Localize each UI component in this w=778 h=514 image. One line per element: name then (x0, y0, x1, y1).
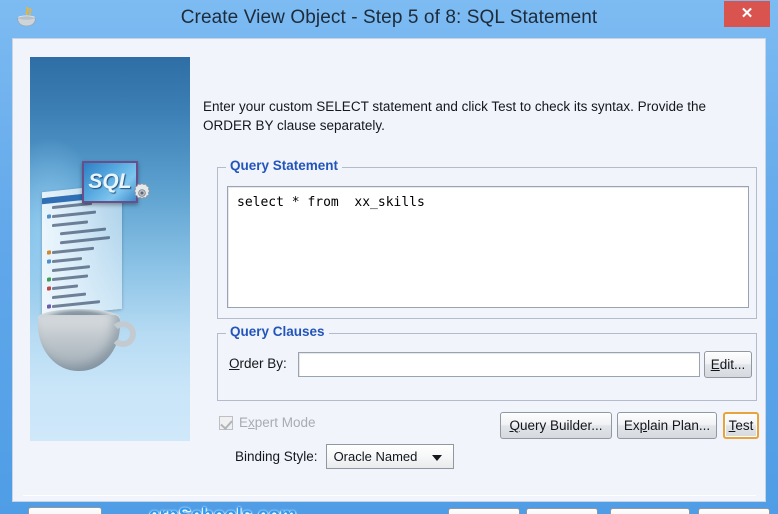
close-icon[interactable]: ✕ (724, 1, 770, 27)
site-watermark: erpSchools.com (149, 505, 297, 514)
dialog-content: SQL Enter your custom SELECT statement a… (12, 38, 770, 514)
cancel-button[interactable]: Cancel (698, 508, 770, 514)
binding-style-label: Binding Style: (235, 449, 318, 464)
expert-mode-checkbox (219, 415, 233, 430)
binding-style-row: Binding Style: Oracle Named (235, 444, 454, 469)
help-button[interactable]: Help (28, 507, 102, 514)
edit-order-by-button[interactable]: Edit... (704, 351, 752, 378)
illustration-cup-handle (110, 321, 136, 347)
query-clauses-group: Query Clauses Order By: Edit... (217, 324, 757, 401)
instruction-text: Enter your custom SELECT statement and c… (203, 99, 706, 133)
back-button[interactable]: < Back (448, 508, 520, 514)
explain-plan-button[interactable]: Explain Plan... (617, 412, 717, 439)
window-title: Create View Object - Step 5 of 8: SQL St… (180, 7, 598, 28)
query-builder-button-label: Query Builder... (509, 417, 603, 433)
query-clauses-group-label: Query Clauses (226, 324, 329, 339)
dialog-window: Create View Object - Step 5 of 8: SQL St… (0, 0, 778, 514)
explain-plan-button-label: Explain Plan... (623, 417, 711, 433)
test-button[interactable]: Test (723, 412, 759, 439)
gear-icon (130, 181, 154, 205)
title-bar: Create View Object - Step 5 of 8: SQL St… (0, 0, 778, 38)
expert-mode-label: Expert Mode (239, 415, 316, 430)
wizard-illustration: SQL (30, 57, 190, 441)
query-statement-group-label: Query Statement (226, 158, 343, 173)
order-by-label: Order By: (229, 356, 287, 371)
binding-style-value: Oracle Named (333, 449, 418, 464)
binding-style-select[interactable]: Oracle Named (325, 444, 454, 469)
expert-mode-row: Expert Mode (219, 415, 316, 430)
footer-separator (23, 495, 756, 496)
finish-button[interactable]: Finish (610, 508, 690, 514)
sql-badge-label: SQL (88, 170, 132, 193)
chevron-down-icon (431, 455, 442, 461)
test-button-label: Test (728, 417, 754, 433)
query-statement-group: Query Statement select * from xx_skills (217, 158, 757, 319)
edit-button-label: Edit... (710, 356, 746, 372)
order-by-input[interactable] (298, 352, 700, 377)
next-button[interactable]: Next > (526, 508, 598, 514)
illustration-cup-body (38, 315, 120, 371)
sql-statement-textarea[interactable]: select * from xx_skills (227, 186, 749, 308)
query-builder-button[interactable]: Query Builder... (500, 412, 612, 439)
illustration-navigator-tree (42, 183, 122, 318)
